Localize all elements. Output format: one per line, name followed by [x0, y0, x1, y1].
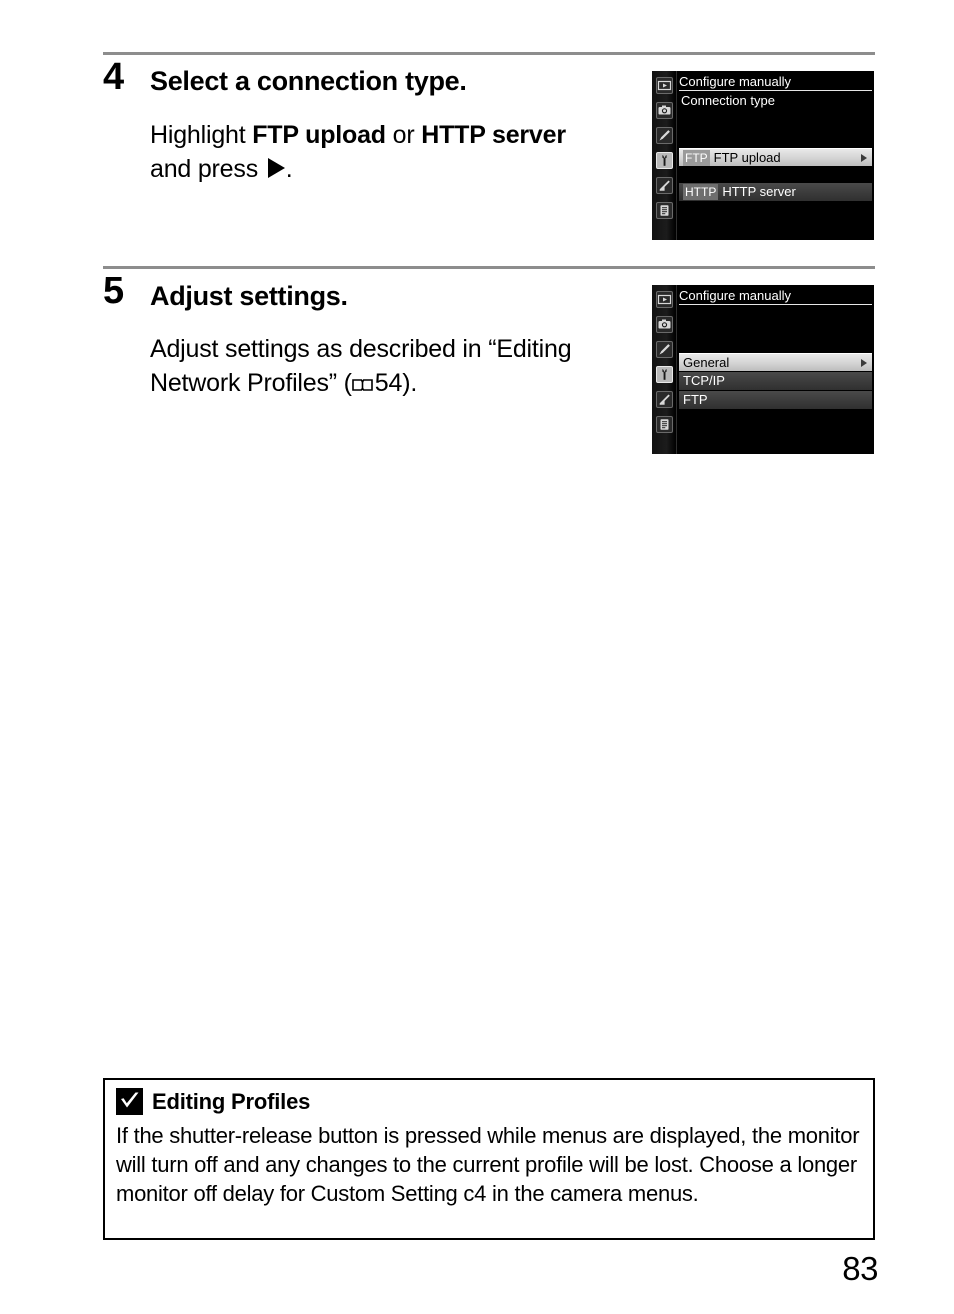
menu-row-http-server[interactable]: HTTP HTTP server — [679, 183, 872, 201]
ftp-tag-icon: FTP — [683, 150, 710, 166]
step-4-body-end: . — [285, 155, 293, 183]
step-4-body: Highlight FTP upload or HTTP server and p… — [150, 118, 630, 186]
pencil-ruler-custom-icon[interactable] — [656, 391, 673, 408]
step-5-title: Adjust settings. — [150, 281, 348, 311]
menu-row-label: FTP FTP upload — [683, 150, 781, 166]
wrench-setup-icon[interactable] — [656, 366, 673, 383]
chevron-right-icon — [861, 154, 867, 162]
wrench-setup-icon[interactable] — [656, 152, 673, 169]
step-5-divider — [103, 266, 875, 269]
step-5-body-line-1: Adjust settings as described in “Editing — [150, 335, 572, 363]
step-4-body-bold-1: FTP upload — [252, 121, 386, 149]
pencil-retouch-icon[interactable] — [656, 127, 673, 144]
menu-header-rule — [679, 90, 872, 91]
recent-settings-icon[interactable] — [656, 416, 673, 433]
pencil-retouch-icon[interactable] — [656, 341, 673, 358]
menu-row-general[interactable]: General — [679, 353, 872, 371]
menu-sidebar — [652, 285, 677, 454]
menu-header: Configure manually — [679, 74, 792, 89]
menu-row-label: General — [683, 355, 730, 370]
step-4-body-mid: or — [385, 121, 422, 149]
menu-row-label: TCP/IP — [683, 373, 725, 388]
recent-settings-icon[interactable] — [656, 202, 673, 219]
editing-profiles-note: Editing Profiles If the shutter-release … — [103, 1078, 875, 1240]
menu-row-text: HTTP server — [722, 184, 796, 199]
pencil-ruler-custom-icon[interactable] — [656, 177, 673, 194]
menu-sidebar — [652, 71, 677, 240]
step-5-body-line-2-post: ). — [402, 369, 418, 397]
menu-row-ftp[interactable]: FTP — [679, 391, 872, 409]
menu-subheader: Connection type — [681, 93, 775, 108]
menu-row-text: FTP upload — [713, 150, 781, 165]
adjust-settings-menu: Configure manually General TCP/IP FTP — [652, 285, 874, 454]
playback-icon[interactable] — [656, 77, 673, 94]
step-5-page-ref: 54 — [374, 369, 403, 397]
menu-row-ftp-upload[interactable]: FTP FTP upload — [679, 148, 872, 166]
caution-checkmark-icon — [116, 1088, 143, 1115]
step-4-body-suffix: and press — [150, 155, 265, 183]
manual-page: 4 Select a connection type. Highlight FT… — [0, 0, 954, 1314]
step-4-title: Select a connection type. — [150, 66, 467, 96]
menu-row-label: FTP — [683, 392, 708, 407]
camera-shooting-icon[interactable] — [656, 102, 673, 119]
step-5-body: Adjust settings as described in “Editing… — [150, 332, 630, 400]
chevron-right-icon — [861, 359, 867, 367]
page-number: 83 — [842, 1250, 878, 1287]
step-5-number: 5 — [103, 270, 124, 312]
menu-header-rule — [679, 304, 872, 305]
step-4-body-prefix: Highlight — [150, 121, 253, 149]
step-4-number: 4 — [103, 56, 124, 98]
playback-icon[interactable] — [656, 291, 673, 308]
menu-header: Configure manually — [679, 288, 792, 303]
http-tag-icon: HTTP — [683, 184, 719, 200]
step-4-body-bold-2: HTTP server — [421, 121, 566, 149]
step-5-body-line-2-pre: Network Profiles” ( — [150, 369, 352, 397]
camera-shooting-icon[interactable] — [656, 316, 673, 333]
right-arrow-icon — [267, 158, 285, 178]
note-text: If the shutter-release button is pressed… — [116, 1123, 860, 1206]
connection-type-menu: Configure manually Connection type FTP FT… — [652, 71, 874, 240]
step-4-divider — [103, 52, 875, 55]
note-title: Editing Profiles — [152, 1089, 311, 1114]
book-reference-icon — [351, 368, 373, 391]
menu-row-label: HTTP HTTP server — [683, 184, 796, 200]
menu-row-tcpip[interactable]: TCP/IP — [679, 372, 872, 390]
